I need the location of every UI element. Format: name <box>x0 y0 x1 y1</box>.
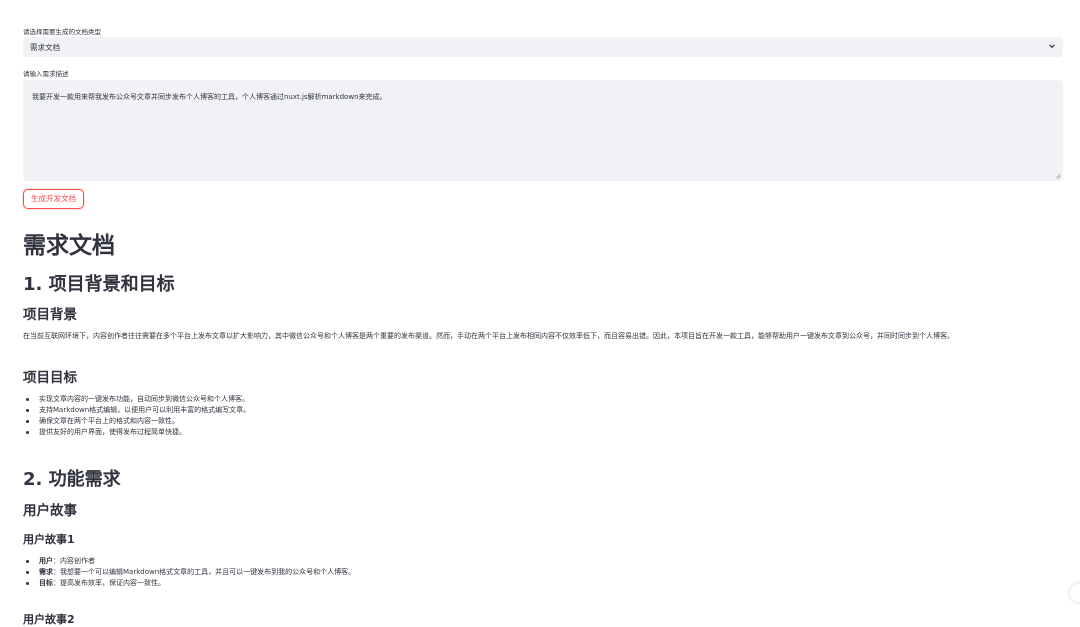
story1-list: 用户：内容创作者 需求：我想要一个可以编辑Markdown格式文章的工具，并且可… <box>23 556 1023 589</box>
goals-heading: 项目目标 <box>23 370 77 386</box>
story-sep: ： <box>53 579 60 587</box>
list-item: 实现文章内容的一键发布功能，自动同步到微信公众号和个人博客。 <box>23 394 1023 405</box>
floating-action-button[interactable] <box>1070 584 1080 602</box>
list-item: 用户：内容创作者 <box>23 556 1023 567</box>
generate-doc-button[interactable]: 生成开发文档 <box>23 189 84 209</box>
story-sep: ： <box>53 568 60 576</box>
list-item: 需求：我想要一个可以编辑Markdown格式文章的工具，并且可以一键发布到我的公… <box>23 567 1023 578</box>
desc-label: 请输入需求描述 <box>23 70 69 78</box>
list-item: 支持Markdown格式编辑，以便用户可以利用丰富的格式编写文章。 <box>23 405 1023 416</box>
desc-text: 我要开发一款用来帮我发布公众号文章并同步发布个人博客的工具，个人博客通过nuxt… <box>32 93 387 101</box>
doc-type-select[interactable]: 需求文档 <box>23 37 1063 57</box>
doc-type-label: 请选择需要生成的文档类型 <box>23 28 101 36</box>
background-paragraph: 在当前互联网环境下，内容创作者往往需要在多个平台上发布文章以扩大影响力，其中微信… <box>23 332 954 340</box>
story-key: 需求 <box>39 568 53 576</box>
background-heading: 项目背景 <box>23 307 77 323</box>
stories-heading: 用户故事 <box>23 503 77 519</box>
story1-heading: 用户故事1 <box>23 533 75 546</box>
story-key: 目标 <box>39 579 53 587</box>
section2-heading: 2. 功能需求 <box>23 469 121 490</box>
list-item: 提供友好的用户界面，使得发布过程简单快捷。 <box>23 427 1023 438</box>
chevron-down-icon[interactable] <box>1048 42 1056 50</box>
story-value: 我想要一个可以编辑Markdown格式文章的工具，并且可以一键发布到我的公众号和… <box>60 568 356 576</box>
desc-textarea[interactable]: 我要开发一款用来帮我发布公众号文章并同步发布个人博客的工具，个人博客通过nuxt… <box>23 80 1063 181</box>
list-item: 目标：提高发布效率，保证内容一致性。 <box>23 578 1023 589</box>
story-key: 用户 <box>39 557 53 565</box>
story-value: 提高发布效率，保证内容一致性。 <box>60 579 165 587</box>
goals-list: 实现文章内容的一键发布功能，自动同步到微信公众号和个人博客。 支持Markdow… <box>23 394 1023 438</box>
list-item: 确保文章在两个平台上的格式和内容一致性。 <box>23 416 1023 427</box>
story-value: 内容创作者 <box>60 557 95 565</box>
resize-grip-icon[interactable] <box>1055 173 1061 179</box>
doc-title: 需求文档 <box>23 233 115 259</box>
doc-type-value: 需求文档 <box>30 43 60 52</box>
section1-heading: 1. 项目背景和目标 <box>23 274 175 295</box>
story-sep: ： <box>53 557 60 565</box>
